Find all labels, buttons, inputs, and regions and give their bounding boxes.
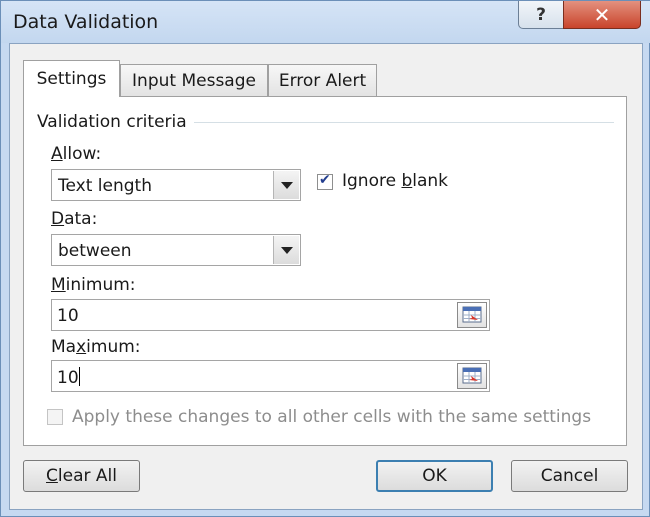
data-dropdown[interactable]: between (51, 234, 301, 266)
maximum-input[interactable]: 10 (51, 360, 490, 392)
tab-label: Input Message (132, 70, 256, 91)
maximum-value: 10 (57, 367, 80, 388)
tab-input-message[interactable]: Input Message (120, 64, 268, 96)
minimum-input[interactable]: 10 (51, 299, 490, 331)
settings-panel: Validation criteria Allow: Text length I… (23, 96, 627, 446)
apply-to-all-label[interactable]: Apply these changes to all other cells w… (72, 407, 591, 427)
data-label: Data: (51, 209, 98, 229)
text-caret (78, 367, 80, 386)
collapse-dialog-icon[interactable] (457, 302, 487, 328)
chevron-down-icon[interactable] (273, 236, 299, 264)
maximum-label: Maximum: (51, 337, 141, 357)
allow-dropdown[interactable]: Text length (51, 169, 301, 201)
clear-all-button[interactable]: Clear All (23, 460, 140, 492)
tab-label: Settings (36, 69, 107, 89)
data-selected-value: between (58, 241, 132, 261)
allow-selected-value: Text length (58, 176, 152, 196)
cancel-button[interactable]: Cancel (511, 460, 628, 492)
tab-label: Error Alert (278, 70, 367, 91)
close-icon: ✕ (593, 2, 611, 27)
dialog-title: Data Validation (13, 11, 159, 33)
collapse-dialog-icon[interactable] (457, 363, 487, 389)
tab-settings[interactable]: Settings (23, 60, 120, 97)
minimum-value: 10 (57, 306, 79, 326)
apply-to-all-checkbox[interactable] (47, 409, 63, 425)
validation-criteria-heading: Validation criteria (37, 112, 193, 132)
ignore-blank-label[interactable]: Ignore blank (342, 171, 448, 191)
minimum-label: Minimum: (51, 275, 136, 295)
help-button[interactable]: ? (518, 1, 564, 29)
chevron-down-icon[interactable] (273, 171, 299, 199)
allow-label: Allow: (51, 144, 102, 164)
dialog-body: Settings Input Message Error Alert Valid… (9, 43, 643, 510)
ok-button[interactable]: OK (376, 460, 493, 492)
tab-error-alert[interactable]: Error Alert (268, 64, 377, 96)
title-bar[interactable]: Data Validation ? ✕ (1, 1, 650, 43)
data-validation-dialog: Data Validation ? ✕ Settings Input Messa… (0, 0, 650, 517)
close-button[interactable]: ✕ (563, 1, 641, 29)
ignore-blank-checkbox[interactable] (317, 172, 333, 190)
group-divider (194, 122, 614, 123)
